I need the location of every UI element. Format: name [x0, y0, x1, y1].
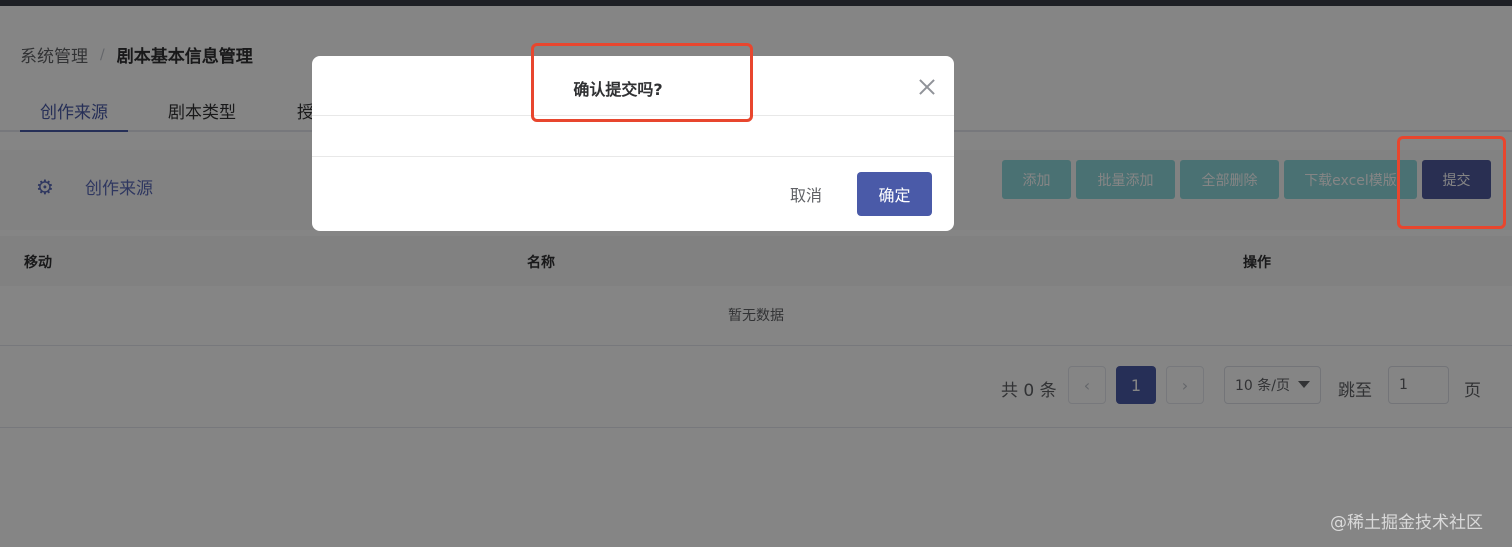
annotation-highlight-submit — [1397, 136, 1506, 229]
watermark: @稀土掘金技术社区 — [1330, 513, 1483, 533]
cancel-button[interactable]: 取消 — [774, 173, 838, 215]
annotation-highlight-title — [531, 43, 753, 122]
close-icon[interactable] — [916, 76, 938, 98]
dialog-divider — [312, 156, 954, 157]
confirm-button[interactable]: 确定 — [857, 172, 932, 216]
